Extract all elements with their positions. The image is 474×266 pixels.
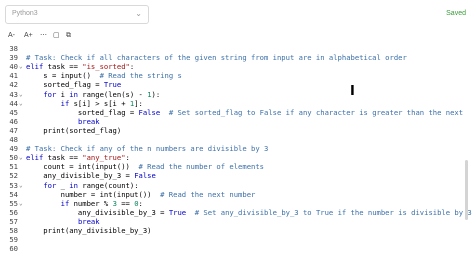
line-number: 44: [9, 98, 18, 108]
line-number: 42: [9, 80, 18, 90]
code-line[interactable]: 59: [0, 235, 474, 244]
code-line[interactable]: 46 break: [0, 117, 474, 126]
line-number: 51: [9, 162, 18, 172]
code-editor[interactable]: 38 39 # Task: Check if all characters of t…: [0, 42, 474, 266]
font-decrease-button[interactable]: A-: [8, 31, 15, 40]
code-line[interactable]: 58 print(any_divisible_by_3): [0, 226, 474, 235]
code-text: elif task == "is_sorted":: [26, 62, 135, 72]
code-line[interactable]: 50 ⌄ elif task == "any_true":: [0, 153, 474, 162]
code-line[interactable]: 55 ⌄ if number % 3 == 0:: [0, 199, 474, 208]
code-text: break: [77, 216, 100, 226]
code-text: count = int(input()) # Read the number o…: [26, 162, 265, 172]
line-number: 54: [9, 189, 18, 199]
code-line[interactable]: 44 ⌄ if s[i] > s[i + 1]:: [0, 99, 474, 108]
expand-icon[interactable]: ▢: [53, 31, 60, 40]
code-text: for i in range(len(s) - 1):: [43, 89, 161, 99]
line-number: 38: [9, 44, 18, 53]
code-text: number = int(input()) # Read the next nu…: [26, 189, 256, 199]
line-number: 55: [9, 198, 18, 208]
code-line[interactable]: 48: [0, 135, 474, 144]
fold-toggle-icon[interactable]: ⌄: [19, 199, 23, 208]
code-text: # Task: Check if any of the n numbers ar…: [26, 144, 269, 154]
line-number: 58: [9, 226, 18, 235]
text-cursor-icon: I: [350, 84, 355, 99]
saved-status: Saved: [446, 10, 466, 17]
line-number: 50: [9, 153, 18, 163]
line-number: 52: [9, 171, 18, 181]
fold-toggle-icon[interactable]: ⌄: [19, 62, 23, 71]
code-line[interactable]: 52 any_divisible_by_3 = False: [0, 171, 474, 180]
copy-icon[interactable]: ⧉: [66, 31, 71, 40]
editor-toolbar: A- A+ ⋯ ▢ ⧉: [0, 30, 474, 42]
code-line[interactable]: 39 # Task: Check if all characters of the…: [0, 53, 474, 62]
line-number: 39: [9, 53, 18, 63]
line-number: 40: [9, 62, 18, 72]
code-text: elif task == "any_true":: [26, 153, 130, 163]
code-line[interactable]: 51 count = int(input()) # Read the numbe…: [0, 162, 474, 171]
code-text: break: [77, 116, 100, 126]
code-text: any_divisible_by_3 = False: [26, 171, 156, 181]
chevron-down-icon: ⌄: [135, 9, 142, 18]
more-options-icon[interactable]: ⋯: [40, 31, 47, 40]
vertical-scrollbar[interactable]: [465, 160, 468, 220]
code-line[interactable]: 43 ⌄ for i in range(len(s) - 1):: [0, 90, 474, 99]
top-bar: Python3 ⌄ Saved: [0, 0, 474, 30]
fold-toggle-icon[interactable]: ⌄: [19, 181, 23, 190]
line-number: 53: [9, 180, 18, 190]
code-line[interactable]: 49 # Task: Check if any of the n numbers …: [0, 144, 474, 153]
line-number: 41: [9, 71, 18, 81]
code-line[interactable]: 57 break: [0, 217, 474, 226]
code-text: for _ in range(count):: [43, 180, 139, 190]
line-number: 59: [9, 235, 18, 245]
line-number: 43: [9, 89, 18, 99]
code-line[interactable]: 60: [0, 244, 474, 253]
line-number: 45: [9, 107, 18, 117]
fold-toggle-icon[interactable]: ⌄: [19, 99, 23, 108]
line-number: 49: [9, 144, 18, 154]
code-line[interactable]: 56 any_divisible_by_3 = True # Set any_d…: [0, 208, 474, 217]
code-text: s = input() # Read the string s: [26, 71, 182, 81]
line-number: 60: [9, 244, 18, 254]
code-line[interactable]: 40 ⌄ elif task == "is_sorted":: [0, 62, 474, 71]
code-line[interactable]: 53 ⌄ for _ in range(count):: [0, 181, 474, 190]
code-text: print(sorted_flag): [26, 125, 122, 135]
code-line[interactable]: 38: [0, 44, 474, 53]
code-line[interactable]: 47 print(sorted_flag): [0, 126, 474, 135]
code-line[interactable]: 42 sorted_flag = True: [0, 80, 474, 89]
code-text: any_divisible_by_3 = True # Set any_divi…: [26, 207, 472, 217]
font-increase-button[interactable]: A+: [24, 31, 33, 40]
line-number: 56: [9, 207, 18, 217]
code-line[interactable]: 45 sorted_flag = False # Set sorted_flag…: [0, 108, 474, 117]
code-text: print(any_divisible_by_3): [26, 226, 152, 235]
line-number: 48: [9, 135, 18, 144]
code-line[interactable]: 54 number = int(input()) # Read the next…: [0, 190, 474, 199]
fold-toggle-icon[interactable]: ⌄: [19, 153, 23, 162]
code-text: # Task: Check if all characters of the g…: [26, 53, 407, 63]
language-select-value: Python3: [12, 10, 38, 17]
code-text: if s[i] > s[i + 1]:: [60, 98, 143, 108]
code-text: sorted_flag = False # Set sorted_flag to…: [26, 107, 464, 117]
fold-toggle-icon[interactable]: ⌄: [19, 90, 23, 99]
line-number: 46: [9, 116, 18, 126]
code-line[interactable]: 41 s = input() # Read the string s: [0, 71, 474, 80]
code-text: sorted_flag = True: [26, 80, 122, 90]
code-text: if number % 3 == 0:: [60, 198, 143, 208]
line-number: 47: [9, 125, 18, 135]
language-select[interactable]: Python3 ⌄: [5, 5, 149, 24]
line-number: 57: [9, 216, 18, 226]
